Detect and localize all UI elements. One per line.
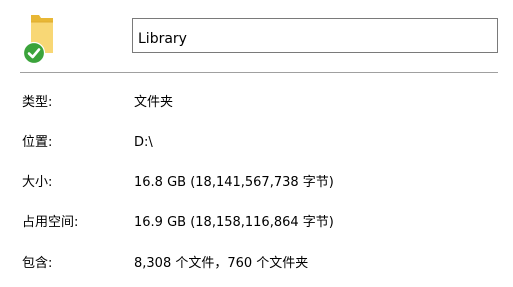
property-label: 类型: <box>22 95 53 110</box>
property-row-contains: 包含: 8,308 个文件，760 个文件夹 <box>0 252 513 276</box>
divider <box>20 72 498 73</box>
property-value: 16.9 GB (18,158,116,864 字节) <box>134 215 334 230</box>
folder-sync-icon <box>22 13 62 65</box>
property-label: 位置: <box>22 135 53 150</box>
folder-icon <box>22 15 53 65</box>
check-badge-icon <box>22 41 46 65</box>
property-value: 8,308 个文件，760 个文件夹 <box>134 256 309 271</box>
property-row-location: 位置: D:\ <box>0 131 513 155</box>
property-value: D:\ <box>134 135 153 150</box>
property-row-size: 大小: 16.8 GB (18,141,567,738 字节) <box>0 171 513 195</box>
property-value: 文件夹 <box>134 95 174 110</box>
property-row-size-on-disk: 占用空间: 16.9 GB (18,158,116,864 字节) <box>0 211 513 235</box>
property-value: 16.8 GB (18,141,567,738 字节) <box>134 175 334 190</box>
folder-name-input[interactable] <box>132 18 498 53</box>
property-label: 包含: <box>22 256 53 271</box>
property-label: 占用空间: <box>22 215 79 230</box>
property-label: 大小: <box>22 175 53 190</box>
property-row-type: 类型: 文件夹 <box>0 91 513 115</box>
